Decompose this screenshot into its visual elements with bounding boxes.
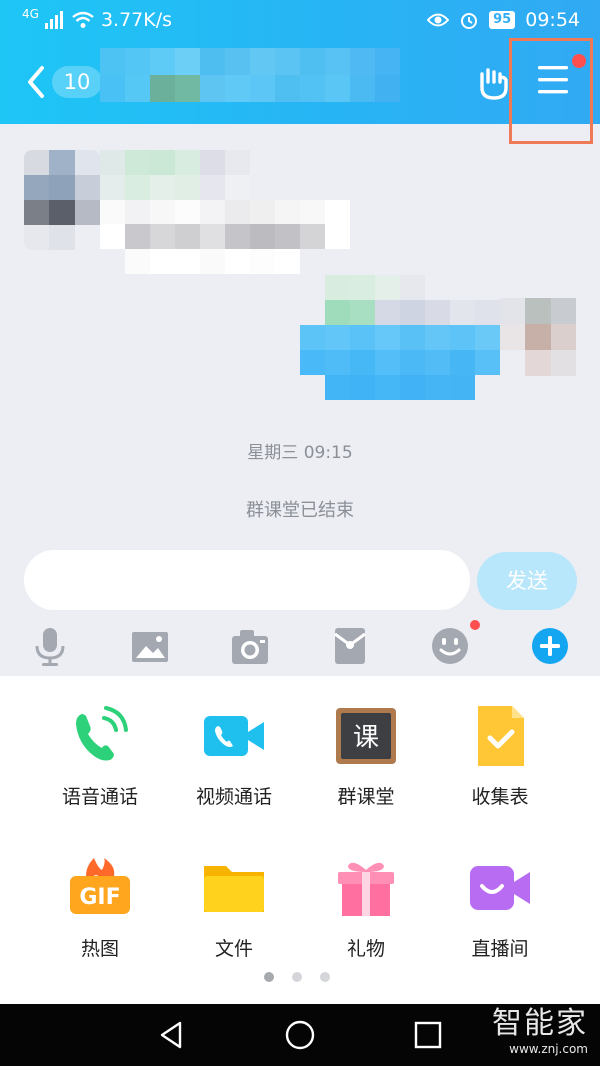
app-voice-call[interactable]: 语音通话 [34,704,166,809]
send-button[interactable]: 发送 [477,552,577,610]
gif-icon: GIF [70,858,130,914]
watermark-brand: 智能家 [492,1006,588,1041]
page-indicator [264,972,330,982]
svg-text:课: 课 [353,723,379,753]
live-room-icon [470,866,530,910]
hand-gesture-icon[interactable] [474,62,514,102]
phone-icon [76,706,128,761]
system-notice: 群课堂已结束 [246,500,354,521]
app-label: 群课堂 [337,786,395,808]
watermark-url: www.znj.com [509,1042,588,1056]
camera-icon[interactable] [228,624,272,668]
page-dot[interactable] [292,972,302,982]
app-label: 直播间 [471,938,529,960]
incoming-message-blurred[interactable] [100,150,350,274]
alarm-icon [461,13,478,29]
app-label: 语音通话 [61,786,138,808]
app-gift[interactable]: 礼物 [300,856,432,961]
page-dot[interactable] [320,972,330,982]
eye-icon [427,13,450,27]
plus-icon[interactable] [528,624,572,668]
app-collection-form[interactable]: 收集表 [434,704,566,809]
nav-back-icon[interactable] [156,1019,188,1051]
watermark: 智能家 www.znj.com [492,1004,588,1056]
clock: 09:54 [525,9,580,31]
app-label: 文件 [214,938,253,960]
app-group-classroom[interactable]: 课 群课堂 [300,704,432,809]
collection-form-icon [478,706,524,766]
app-label: 热图 [80,938,119,960]
app-label: 礼物 [346,938,385,960]
outgoing-message-blurred[interactable] [300,275,500,400]
folder-icon [204,866,264,912]
signal-icon: 4G [22,7,39,21]
nav-recents-icon[interactable] [412,1019,444,1051]
input-toolbar [0,618,600,676]
video-call-icon [204,716,264,756]
emoji-icon[interactable] [428,624,472,668]
app-label: 收集表 [471,786,529,808]
classroom-icon: 课 [336,708,396,764]
feature-panel: 语音通话 视频通话 课 群课堂 收集表 GIF 热图 文件 礼物 直播间 [0,676,600,1004]
battery-indicator: 95 [489,11,516,29]
app-file[interactable]: 文件 [168,856,300,961]
microphone-icon[interactable] [28,624,72,668]
message-input[interactable] [24,550,470,610]
app-label: 视频通话 [195,786,272,808]
status-bar: 4G 3.77K/s 95 09:54 [0,0,600,40]
message-timestamp: 星期三 09:15 [247,443,353,463]
page-dot[interactable] [264,972,274,982]
my-avatar-blurred[interactable] [500,298,576,376]
highlight-box [509,38,593,144]
red-envelope-icon[interactable] [328,624,372,668]
wifi-icon [72,11,94,28]
image-icon[interactable] [128,624,172,668]
avatar-blurred[interactable] [24,150,100,250]
network-speed: 3.77K/s [100,9,173,31]
app-gif[interactable]: GIF 热图 [34,856,166,961]
gift-icon [338,862,394,916]
app-live-room[interactable]: 直播间 [434,856,566,961]
app-video-call[interactable]: 视频通话 [168,704,300,809]
emoji-notification-dot [470,620,480,630]
nav-home-icon[interactable] [284,1019,316,1051]
unread-count-badge[interactable]: 10 [52,66,102,98]
signal-bars-icon [44,11,63,29]
svg-text:GIF: GIF [79,885,120,910]
chat-title-blurred [100,48,400,102]
